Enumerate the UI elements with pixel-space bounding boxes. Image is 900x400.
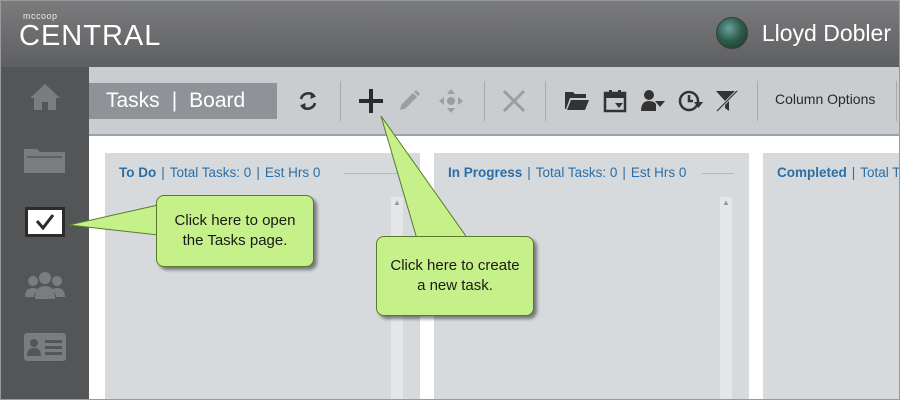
callout-create-task: Click here to create a new task.: [376, 236, 534, 316]
view-mode: Board: [189, 89, 246, 112]
filter-clear-icon: [715, 89, 739, 113]
column-options-button[interactable]: Column Options: [775, 91, 875, 107]
delete-task-button[interactable]: [500, 87, 528, 115]
pencil-icon: [400, 90, 420, 110]
edit-task-button[interactable]: [395, 87, 423, 115]
move-icon: [439, 89, 463, 113]
logo-main-text: CENTRAL: [19, 20, 162, 52]
folder-icon: [24, 149, 65, 173]
contact-card-icon: [24, 333, 66, 361]
users-icon: [25, 272, 65, 299]
toolbar-divider: [340, 81, 341, 121]
sidebar-item-home[interactable]: [1, 72, 89, 122]
column-separator: |: [622, 165, 626, 180]
scroll-up-icon[interactable]: ▲: [720, 197, 732, 209]
sidebar-item-tasks[interactable]: [1, 197, 89, 247]
column-separator: |: [851, 165, 856, 180]
column-title[interactable]: Completed: [777, 165, 847, 180]
column-header: To Do | Total Tasks: 0 | Est Hrs 0: [119, 165, 320, 180]
column-header-rule: [702, 173, 734, 174]
board-column-todo: To Do | Total Tasks: 0 | Est Hrs 0 ▲: [105, 153, 420, 399]
user-filter-icon: [641, 90, 665, 111]
move-task-button[interactable]: [437, 87, 465, 115]
toolbar-divider: [757, 81, 758, 121]
assign-user-button[interactable]: [639, 87, 667, 115]
callout-tasks-page: Click here to open the Tasks page.: [156, 195, 314, 267]
column-title[interactable]: In Progress: [448, 165, 522, 180]
sidebar-item-folder[interactable]: [1, 135, 89, 185]
column-total-tasks: Total Tasks: 0: [535, 165, 618, 180]
home-icon: [30, 84, 60, 110]
open-folder-button[interactable]: [563, 87, 591, 115]
sidebar-item-users[interactable]: [1, 260, 89, 310]
column-est-hours: Est Hrs 0: [264, 165, 321, 180]
column-header: Completed | Total Tasks: 0: [777, 165, 900, 180]
checkbox-icon: [25, 207, 65, 237]
clear-filter-button[interactable]: [713, 87, 741, 115]
sidebar-nav: [1, 67, 89, 399]
avatar[interactable]: [715, 17, 748, 49]
app-frame: mccoop CENTRAL Lloyd Dobler Tasks | Boar…: [0, 0, 900, 400]
user-name: Lloyd Dobler: [761, 19, 891, 46]
folder-open-icon: [565, 92, 589, 110]
column-title[interactable]: To Do: [119, 165, 156, 180]
column-total-tasks: Total Tasks: 0: [860, 165, 900, 180]
toolbar-divider: [896, 81, 897, 121]
toolbar-divider: [484, 81, 485, 121]
toolbar-divider: [545, 81, 546, 121]
plus-icon: [359, 89, 383, 113]
user-menu[interactable]: Lloyd Dobler: [715, 17, 891, 49]
board-column-completed: Completed | Total Tasks: 0: [763, 153, 900, 399]
view-label: Tasks: [106, 89, 160, 112]
callout-text: Click here to open the Tasks page.: [174, 212, 296, 249]
refresh-button[interactable]: [294, 87, 322, 115]
refresh-icon: [299, 92, 317, 110]
column-total-tasks: Total Tasks: 0: [169, 165, 252, 180]
add-task-button[interactable]: [357, 87, 385, 115]
scroll-up-icon[interactable]: ▲: [391, 197, 403, 209]
calendar-icon: [603, 90, 627, 113]
column-est-hours: Est Hrs 0: [630, 165, 687, 180]
column-separator: |: [161, 165, 165, 180]
column-header: In Progress | Total Tasks: 0 | Est Hrs 0: [448, 165, 686, 180]
column-scrollbar[interactable]: ▲: [720, 197, 732, 399]
sidebar-item-contacts[interactable]: [1, 322, 89, 372]
close-icon: [502, 89, 526, 113]
app-header: mccoop CENTRAL Lloyd Dobler: [1, 1, 899, 67]
view-title[interactable]: Tasks | Board: [89, 83, 277, 119]
column-header-rule: [344, 173, 406, 174]
time-filter-button[interactable]: [677, 87, 705, 115]
column-separator: |: [527, 165, 531, 180]
clock-filter-icon: [678, 90, 703, 112]
toolbar: Tasks | Board Column Options: [89, 67, 899, 136]
column-separator: |: [256, 165, 260, 180]
view-separator: |: [171, 89, 178, 112]
calendar-button[interactable]: [601, 87, 629, 115]
callout-text: Click here to create a new task.: [390, 257, 520, 294]
